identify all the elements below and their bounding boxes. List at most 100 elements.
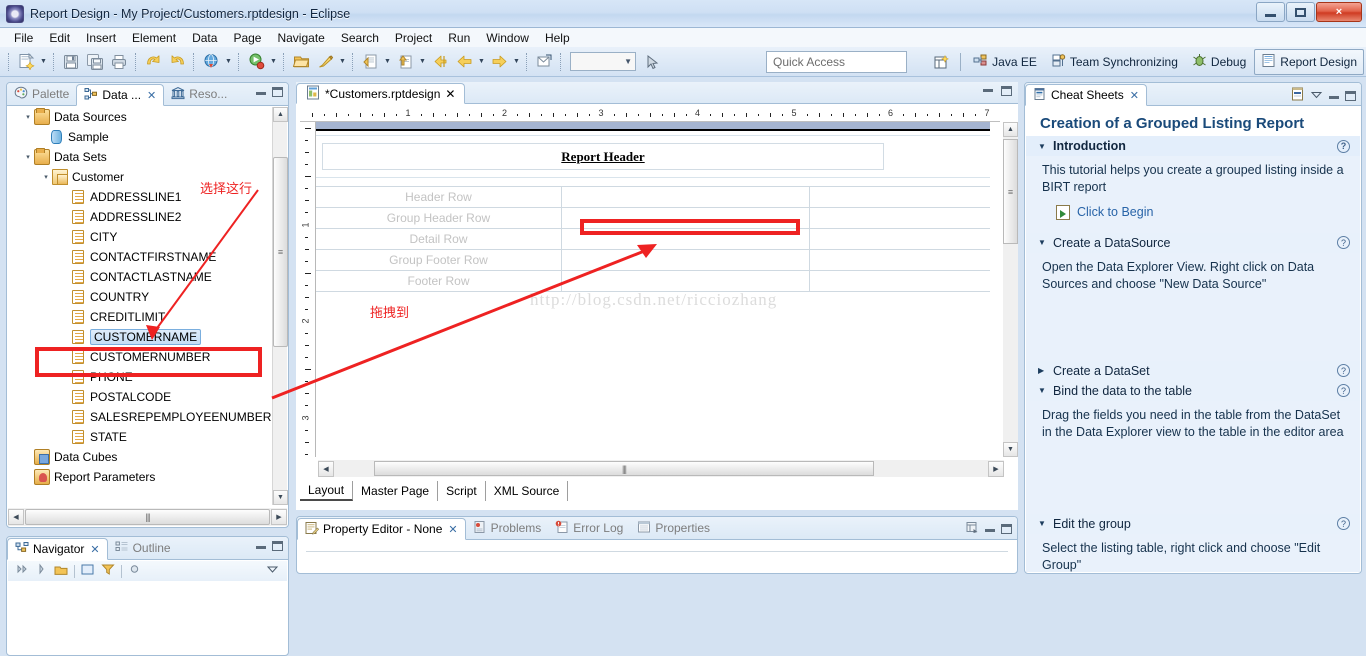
hscroll-thumb[interactable]: ||| [25,509,270,525]
data-explorer-vscrollbar[interactable]: ▲ ≡ ▼ [272,107,287,505]
tree-item-contactfirstname[interactable]: CONTACTFIRSTNAME [8,247,287,267]
back-icon[interactable] [453,51,475,73]
tab-resource-explorer[interactable]: Reso... [164,83,234,105]
restore-button[interactable] [1286,2,1315,22]
cheat-section-edit-group-header[interactable]: ▼ Edit the group ? [1026,514,1360,534]
maximize-view-icon[interactable] [272,541,283,551]
table-cell[interactable] [810,208,990,229]
perspective-java-ee[interactable]: Java EE [967,50,1043,74]
tab-navigator[interactable]: Navigator ✕ [7,538,108,560]
tree-item-addressline2[interactable]: ADDRESSLINE2 [8,207,287,227]
property-menu-icon[interactable] [966,521,979,537]
scroll-left-icon[interactable]: ◀ [8,509,24,525]
forward-icon[interactable] [488,51,510,73]
undo-icon[interactable] [142,51,164,73]
open-icon[interactable] [290,51,312,73]
help-icon[interactable]: ? [1337,384,1350,397]
publish-icon[interactable] [394,51,416,73]
menu-run[interactable]: Run [440,30,478,46]
close-icon[interactable]: ✕ [445,87,455,101]
redo-icon[interactable] [166,51,188,73]
cheat-section-bind-data-header[interactable]: ▼ Bind the data to the table ? [1026,381,1360,401]
maximize-view-icon[interactable] [272,87,283,97]
chevron-right-icon[interactable]: ▶ [1038,366,1047,375]
click-to-begin-link[interactable]: Click to Begin [1056,204,1344,221]
twisty-icon[interactable]: ▾ [40,173,52,181]
tree-item-creditlimit[interactable]: CREDITLIMIT [8,307,287,327]
table-cell[interactable] [810,250,990,271]
table-cell[interactable] [562,187,810,208]
tree-item-contactlastname[interactable]: CONTACTLASTNAME [8,267,287,287]
tree-item-data-cubes[interactable]: Data Cubes [8,447,287,467]
collapse-all-icon[interactable] [16,563,29,579]
vscroll-thumb[interactable]: ≡ [273,157,288,347]
tree-item-state[interactable]: STATE [8,427,287,447]
report-header-cell[interactable]: Report Header [322,143,884,170]
table-cell[interactable] [810,271,990,292]
tab-master-page[interactable]: Master Page [353,481,438,501]
new-wizard-dropdown-icon[interactable]: ▼ [38,51,49,73]
table-cell[interactable] [810,229,990,250]
scroll-down-icon[interactable]: ▼ [1003,442,1018,457]
editor-vscrollbar[interactable]: ▲ ≡ ▼ [1003,122,1018,457]
report-table[interactable]: Header Row Group Header Row Detail Row G… [316,186,990,292]
new-wizard-icon[interactable] [15,51,37,73]
menu-project[interactable]: Project [387,30,440,46]
tab-data-explorer[interactable]: Data ... ✕ [76,84,164,106]
table-cell[interactable] [562,271,810,292]
publish-dropdown-icon[interactable]: ▼ [417,51,428,73]
help-icon[interactable]: ? [1337,236,1350,249]
tree-item-customername[interactable]: CUSTOMERNAME [8,327,287,347]
view-menu-chevron-icon[interactable] [266,563,279,579]
expand-all-icon[interactable] [35,563,48,579]
view-menu-icon[interactable] [128,563,141,579]
tab-problems[interactable]: Problems [466,517,549,539]
open-perspective-icon[interactable] [931,51,953,73]
scroll-up-icon[interactable]: ▲ [1003,122,1018,137]
pointer-tool-icon[interactable] [641,51,663,73]
tree-item-postalcode[interactable]: POSTALCODE [8,387,287,407]
save-icon[interactable] [60,51,82,73]
help-icon[interactable]: ? [1337,517,1350,530]
annotate-icon[interactable] [359,51,381,73]
maximize-view-icon[interactable] [1001,524,1012,534]
perspective-debug[interactable]: Debug [1186,50,1252,74]
back-dropdown-icon[interactable]: ▼ [476,51,487,73]
perspective-team-synchronizing[interactable]: Team Synchronizing [1045,50,1184,74]
menu-window[interactable]: Window [478,30,537,46]
menu-page[interactable]: Page [225,30,269,46]
scroll-right-icon[interactable]: ▶ [271,509,287,525]
scroll-left-icon[interactable]: ◀ [318,461,334,477]
tab-xml-source[interactable]: XML Source [486,481,569,501]
cheat-section-create-dataset-header[interactable]: ▶ Create a DataSet ? [1026,361,1360,381]
chevron-down-icon[interactable]: ▼ [1038,519,1047,528]
tab-palette[interactable]: Palette [7,83,76,105]
tab-error-log[interactable]: Error Log [548,517,630,539]
tree-item-country[interactable]: COUNTRY [8,287,287,307]
tab-layout[interactable]: Layout [300,481,353,501]
close-icon[interactable]: ✕ [147,89,156,102]
minimize-view-icon[interactable] [985,526,995,532]
tree-item-report-parameters[interactable]: Report Parameters [8,467,287,487]
table-row[interactable]: Group Footer Row [316,250,990,271]
maximize-view-icon[interactable] [1345,91,1356,101]
close-button[interactable]: × [1316,2,1362,22]
web-preview-dropdown-icon[interactable]: ▼ [223,51,234,73]
scroll-up-icon[interactable]: ▲ [273,107,288,122]
tab-script[interactable]: Script [438,481,486,501]
table-cell-label[interactable]: Header Row [316,187,562,208]
table-cell-label[interactable]: Group Header Row [316,208,562,229]
menu-element[interactable]: Element [124,30,184,46]
maximize-editor-icon[interactable] [1001,86,1012,96]
web-preview-icon[interactable] [200,51,222,73]
tree-item-city[interactable]: CITY [8,227,287,247]
cheat-section-introduction-header[interactable]: ▼ Introduction ? [1026,136,1360,156]
cheat-sheet-selection-icon[interactable] [1291,87,1304,104]
annotate-dropdown-icon[interactable]: ▼ [382,51,393,73]
format-brush-icon[interactable] [314,51,336,73]
close-icon[interactable]: ✕ [448,523,457,536]
save-all-icon[interactable] [84,51,106,73]
back-history-icon[interactable] [429,51,451,73]
tree-item-sample[interactable]: Sample [8,127,287,147]
link-editor-icon[interactable] [54,563,68,579]
